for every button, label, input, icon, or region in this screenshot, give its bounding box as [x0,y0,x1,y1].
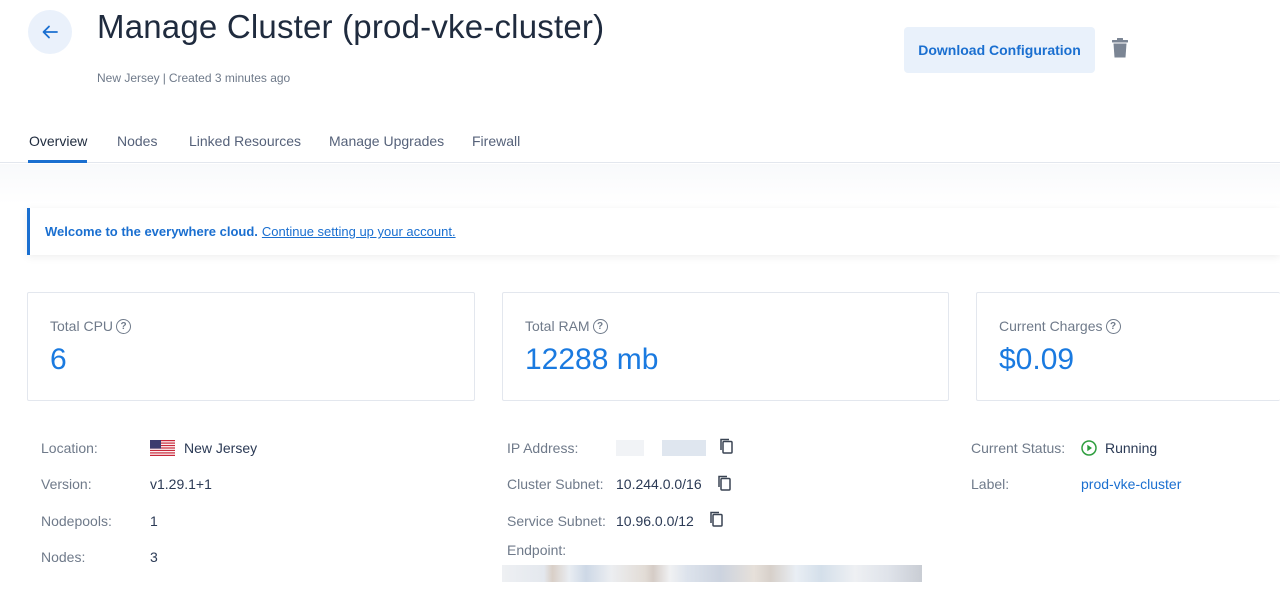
play-circle-icon [1081,440,1097,456]
tab-firewall[interactable]: Firewall [472,133,520,149]
active-tab-indicator [28,160,87,163]
card-total-ram: Total RAM ? 12288 mb [502,292,949,401]
tab-manage-upgrades[interactable]: Manage Upgrades [329,133,444,149]
ip-address-redacted [616,440,644,456]
copy-icon[interactable] [709,511,723,527]
card-label: Total RAM ? [525,318,608,334]
nodepools-value: 1 [150,513,158,529]
service-subnet-label: Service Subnet: [507,513,606,529]
header-shadow [0,164,1280,204]
tab-nodes[interactable]: Nodes [117,133,157,149]
label-value-link[interactable]: prod-vke-cluster [1081,476,1181,492]
card-total-cpu: Total CPU ? 6 [27,292,475,401]
subtitle-created: Created 3 minutes ago [168,71,291,85]
page-title: Manage Cluster (prod-vke-cluster) [97,8,605,45]
ip-address-label: IP Address: [507,440,579,456]
tab-linked-resources[interactable]: Linked Resources [189,133,301,149]
nodes-value: 3 [150,549,158,565]
copy-icon[interactable] [717,475,731,491]
card-label: Current Charges ? [999,318,1121,334]
card-label-text: Total CPU [50,318,114,334]
arrow-left-icon [42,25,58,39]
banner-message: Welcome to the everywhere cloud. [45,224,258,239]
card-value: 6 [50,343,67,376]
current-status-value: Running [1105,440,1158,456]
welcome-banner: Welcome to the everywhere cloud. Continu… [27,208,1280,255]
help-circle-icon[interactable]: ? [116,318,132,334]
trash-icon[interactable] [1112,38,1128,58]
version-value: v1.29.1+1 [150,476,212,492]
download-configuration-button[interactable]: Download Configuration [904,27,1095,73]
card-value: 12288 mb [525,343,659,376]
location-label: Location: [41,440,98,456]
location-value: New Jersey [184,440,258,456]
tab-bar: Overview Nodes Linked Resources Manage U… [0,120,1280,163]
endpoint-label: Endpoint: [507,542,567,558]
card-label: Total CPU ? [50,318,132,334]
tab-overview[interactable]: Overview [29,133,87,149]
back-button[interactable] [28,10,72,54]
nodes-label: Nodes: [41,549,86,565]
banner-setup-link[interactable]: Continue setting up your account. [262,224,456,239]
card-value: $0.09 [999,343,1075,376]
version-label: Version: [41,476,92,492]
cluster-subnet-value: 10.244.0.0/16 [616,476,702,492]
card-current-charges: Current Charges ? $0.09 [976,292,1280,401]
card-label-text: Current Charges [999,318,1103,334]
us-flag-icon [150,440,175,456]
copy-icon[interactable] [719,438,733,454]
service-subnet-value: 10.96.0.0/12 [616,513,694,529]
help-circle-icon[interactable]: ? [1105,318,1121,334]
subtitle-separator: | [162,71,166,85]
cluster-subnet-label: Cluster Subnet: [507,476,604,492]
card-label-text: Total RAM [525,318,590,334]
subtitle-location: New Jersey [97,71,160,85]
cluster-subtitle: New Jersey | Created 3 minutes ago [97,71,290,85]
endpoint-value-redacted [502,565,922,582]
nodepools-label: Nodepools: [41,513,112,529]
current-status-label: Current Status: [971,440,1066,456]
label-label: Label: [971,476,1010,492]
ip-address-redacted [662,440,706,456]
help-circle-icon[interactable]: ? [592,318,608,334]
